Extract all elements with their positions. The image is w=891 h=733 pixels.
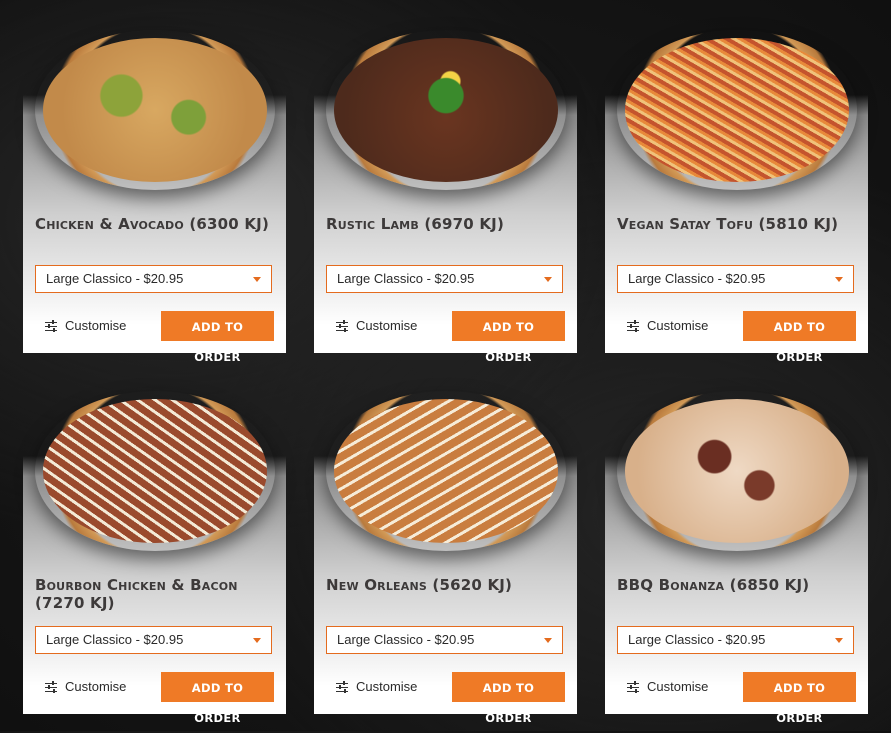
product-card: BBQ Bonanza (6850 KJ) Large Classico - $… bbox=[605, 391, 868, 725]
chevron-down-icon bbox=[544, 638, 552, 643]
pizza-image[interactable] bbox=[617, 391, 857, 551]
size-select[interactable]: Large Classico - $20.95 bbox=[35, 626, 272, 654]
customise-label: Customise bbox=[356, 679, 418, 694]
product-name: Bourbon Chicken & Bacon (7270 KJ) bbox=[35, 576, 238, 612]
size-select-value: Large Classico - $20.95 bbox=[337, 271, 475, 286]
product-name: Chicken & Avocado (6300 KJ) bbox=[35, 215, 270, 233]
customise-label: Customise bbox=[647, 318, 709, 333]
pizza-image[interactable] bbox=[326, 30, 566, 190]
add-to-order-button[interactable]: ADD TO ORDER bbox=[161, 672, 274, 725]
size-select-value: Large Classico - $20.95 bbox=[628, 632, 766, 647]
pizza-image[interactable] bbox=[326, 391, 566, 551]
customise-button[interactable]: Customise bbox=[45, 679, 126, 694]
customise-label: Customise bbox=[647, 679, 709, 694]
chevron-down-icon bbox=[544, 277, 552, 282]
size-select-value: Large Classico - $20.95 bbox=[628, 271, 766, 286]
customise-label: Customise bbox=[356, 318, 418, 333]
chevron-down-icon bbox=[253, 277, 261, 282]
pizza-image[interactable] bbox=[35, 30, 275, 190]
size-select-value: Large Classico - $20.95 bbox=[337, 632, 475, 647]
customise-button[interactable]: Customise bbox=[627, 318, 708, 333]
size-select[interactable]: Large Classico - $20.95 bbox=[35, 265, 272, 293]
size-select[interactable]: Large Classico - $20.95 bbox=[326, 265, 563, 293]
sliders-icon bbox=[45, 681, 57, 693]
product-name: Vegan Satay Tofu (5810 KJ) bbox=[617, 215, 839, 233]
pizza-image[interactable] bbox=[35, 391, 275, 551]
customise-button[interactable]: Customise bbox=[336, 679, 417, 694]
product-name: New Orleans (5620 KJ) bbox=[326, 576, 513, 594]
size-select[interactable]: Large Classico - $20.95 bbox=[617, 626, 854, 654]
product-card: Vegan Satay Tofu (5810 KJ) Large Classic… bbox=[605, 30, 868, 364]
chevron-down-icon bbox=[253, 638, 261, 643]
chevron-down-icon bbox=[835, 277, 843, 282]
add-to-order-button[interactable]: ADD TO ORDER bbox=[452, 311, 565, 364]
add-to-order-button[interactable]: ADD TO ORDER bbox=[161, 311, 274, 364]
customise-button[interactable]: Customise bbox=[45, 318, 126, 333]
product-card: Rustic Lamb (6970 KJ) Large Classico - $… bbox=[314, 30, 577, 364]
customise-label: Customise bbox=[65, 679, 127, 694]
customise-button[interactable]: Customise bbox=[336, 318, 417, 333]
size-select-value: Large Classico - $20.95 bbox=[46, 632, 184, 647]
chevron-down-icon bbox=[835, 638, 843, 643]
product-name: Rustic Lamb (6970 KJ) bbox=[326, 215, 505, 233]
customise-label: Customise bbox=[65, 318, 127, 333]
add-to-order-button[interactable]: ADD TO ORDER bbox=[743, 311, 856, 364]
customise-button[interactable]: Customise bbox=[627, 679, 708, 694]
sliders-icon bbox=[336, 320, 348, 332]
pizza-image[interactable] bbox=[617, 30, 857, 190]
size-select[interactable]: Large Classico - $20.95 bbox=[617, 265, 854, 293]
sliders-icon bbox=[627, 320, 639, 332]
sliders-icon bbox=[336, 681, 348, 693]
product-card: Bourbon Chicken & Bacon (7270 KJ) Large … bbox=[23, 391, 286, 725]
size-select-value: Large Classico - $20.95 bbox=[46, 271, 184, 286]
add-to-order-button[interactable]: ADD TO ORDER bbox=[743, 672, 856, 725]
product-grid: Chicken & Avocado (6300 KJ) Large Classi… bbox=[0, 0, 891, 731]
product-name: BBQ Bonanza (6850 KJ) bbox=[617, 576, 810, 594]
sliders-icon bbox=[627, 681, 639, 693]
add-to-order-button[interactable]: ADD TO ORDER bbox=[452, 672, 565, 725]
sliders-icon bbox=[45, 320, 57, 332]
size-select[interactable]: Large Classico - $20.95 bbox=[326, 626, 563, 654]
product-card: New Orleans (5620 KJ) Large Classico - $… bbox=[314, 391, 577, 725]
product-card: Chicken & Avocado (6300 KJ) Large Classi… bbox=[23, 30, 286, 364]
